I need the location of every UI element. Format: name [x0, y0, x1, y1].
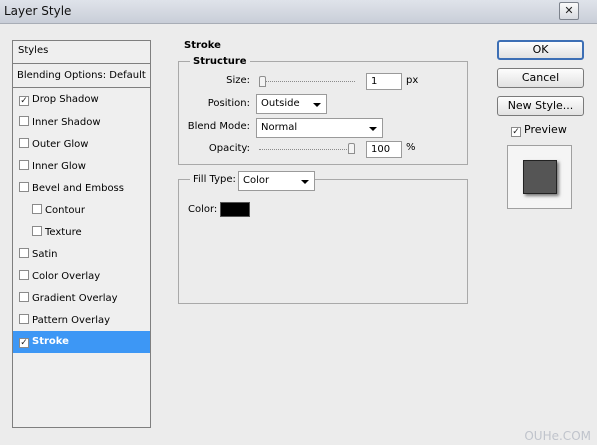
stroke-heading: Stroke: [184, 40, 221, 51]
opacity-slider-thumb[interactable]: [348, 143, 355, 154]
style-checkbox[interactable]: [19, 160, 29, 170]
fill-type-label: Fill Type:: [190, 174, 239, 185]
style-item-inner-shadow[interactable]: Inner Shadow: [13, 111, 150, 133]
style-item-label: Contour: [45, 205, 85, 216]
style-item-contour[interactable]: Contour: [13, 199, 150, 221]
style-checkbox[interactable]: [19, 248, 29, 258]
style-item-label: Stroke: [32, 336, 69, 347]
style-checkbox[interactable]: [19, 116, 29, 126]
style-checkbox[interactable]: ✓: [19, 338, 29, 348]
size-slider[interactable]: [259, 81, 355, 82]
style-checkbox[interactable]: [19, 138, 29, 148]
style-item-inner-glow[interactable]: Inner Glow: [13, 155, 150, 177]
position-label: Position:: [207, 98, 250, 109]
chevron-down-icon: [369, 127, 377, 131]
preview-toggle[interactable]: ✓ Preview: [511, 123, 567, 137]
style-item-gradient-overlay[interactable]: Gradient Overlay: [13, 287, 150, 309]
fill-group: [178, 179, 468, 304]
opacity-unit: %: [406, 142, 416, 153]
chevron-down-icon: [313, 103, 321, 107]
style-item-label: Pattern Overlay: [32, 315, 111, 326]
style-checkbox[interactable]: [32, 204, 42, 214]
style-item-drop-shadow[interactable]: ✓ Drop Shadow: [13, 89, 150, 111]
size-slider-thumb[interactable]: [259, 76, 266, 87]
preview-label: Preview: [524, 123, 567, 136]
style-item-stroke[interactable]: ✓ Stroke: [13, 331, 150, 353]
blend-mode-label: Blend Mode:: [187, 121, 250, 132]
preview-square: [523, 160, 557, 194]
styles-list: Styles Blending Options: Default ✓ Drop S…: [12, 40, 151, 428]
opacity-label: Opacity:: [208, 143, 250, 154]
window-title: Layer Style: [4, 4, 72, 18]
style-item-satin[interactable]: Satin: [13, 243, 150, 265]
style-item-label: Outer Glow: [32, 139, 89, 150]
style-item-bevel-and-emboss[interactable]: Bevel and Emboss: [13, 177, 150, 199]
dialog-body: Styles Blending Options: Default ✓ Drop S…: [0, 24, 597, 445]
style-item-label: Satin: [32, 249, 58, 260]
preview-checkbox[interactable]: ✓: [511, 127, 521, 137]
chevron-down-icon: [301, 180, 309, 184]
size-unit: px: [406, 75, 419, 86]
structure-heading: Structure: [190, 56, 250, 67]
style-checkbox[interactable]: [19, 182, 29, 192]
color-label: Color:: [188, 204, 218, 215]
style-item-outer-glow[interactable]: Outer Glow: [13, 133, 150, 155]
style-checkbox[interactable]: [19, 314, 29, 324]
size-label: Size:: [226, 75, 250, 86]
color-swatch[interactable]: [220, 202, 250, 217]
ok-button[interactable]: OK: [497, 40, 584, 60]
style-checkbox[interactable]: [19, 270, 29, 280]
blending-options-item[interactable]: Blending Options: Default: [13, 64, 150, 88]
size-input[interactable]: 1: [366, 73, 402, 90]
style-item-texture[interactable]: Texture: [13, 221, 150, 243]
style-item-color-overlay[interactable]: Color Overlay: [13, 265, 150, 287]
style-item-label: Bevel and Emboss: [32, 183, 124, 194]
fill-type-select[interactable]: Color: [238, 171, 315, 191]
style-item-label: Color Overlay: [32, 271, 101, 282]
blend-mode-select[interactable]: Normal: [256, 118, 383, 138]
blend-mode-value: Normal: [261, 122, 298, 133]
styles-header[interactable]: Styles: [13, 41, 150, 64]
watermark: OUHe.COM: [524, 429, 591, 443]
close-icon[interactable]: ✕: [559, 2, 579, 20]
fill-type-value: Color: [243, 175, 270, 186]
style-item-label: Texture: [45, 227, 82, 238]
opacity-slider[interactable]: [259, 149, 355, 150]
style-checkbox[interactable]: [19, 292, 29, 302]
title-bar: Layer Style ✕: [0, 0, 597, 24]
position-value: Outside: [261, 98, 300, 109]
style-item-label: Inner Shadow: [32, 117, 101, 128]
style-item-pattern-overlay[interactable]: Pattern Overlay: [13, 309, 150, 331]
blending-options-label: Blending Options: Default: [17, 70, 146, 81]
new-style-button[interactable]: New Style...: [497, 96, 584, 116]
style-item-label: Inner Glow: [32, 161, 86, 172]
style-checkbox[interactable]: [32, 226, 42, 236]
cancel-button[interactable]: Cancel: [497, 68, 584, 88]
preview-thumbnail: [507, 145, 572, 209]
style-item-label: Drop Shadow: [32, 94, 99, 105]
style-item-label: Gradient Overlay: [32, 293, 118, 304]
styles-header-label: Styles: [18, 45, 49, 56]
opacity-input[interactable]: 100: [366, 141, 402, 158]
style-checkbox[interactable]: ✓: [19, 96, 29, 106]
position-select[interactable]: Outside: [256, 94, 327, 114]
